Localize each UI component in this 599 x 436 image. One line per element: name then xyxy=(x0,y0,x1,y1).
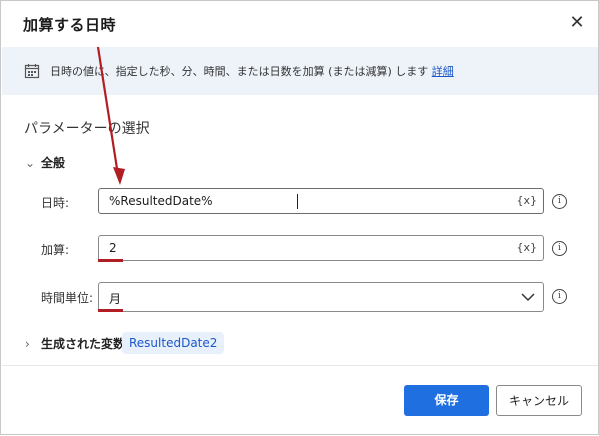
info-text-line: 日時の値に、指定した秒、分、時間、または日数を加算 (または減算) します 詳細 xyxy=(50,63,454,79)
add-label: 加算: xyxy=(41,243,70,257)
datetime-info-icon[interactable]: i xyxy=(552,194,567,209)
add-value: 2 xyxy=(109,241,117,255)
info-banner: 日時の値に、指定した秒、分、時間、または日数を加算 (または減算) します 詳細 xyxy=(2,47,598,95)
add-annotation-underline xyxy=(98,259,123,262)
datetime-variable-button[interactable]: {x} xyxy=(516,194,537,207)
unit-label: 時間単位: xyxy=(41,291,94,305)
unit-info-icon[interactable]: i xyxy=(552,289,567,304)
generated-variables-toggle[interactable]: › 生成された変数 xyxy=(25,335,125,352)
save-button[interactable]: 保存 xyxy=(404,385,489,416)
section-title: パラメーターの選択 xyxy=(24,121,150,137)
chevron-right-icon: › xyxy=(25,337,30,351)
footer-divider xyxy=(2,365,598,366)
datetime-value: %ResultedDate% xyxy=(109,194,213,208)
info-text: 日時の値に、指定した秒、分、時間、または日数を加算 (または減算) します xyxy=(50,65,429,78)
group-general-label: 全般 xyxy=(41,156,66,170)
datetime-input[interactable]: %ResultedDate% {x} xyxy=(98,188,544,214)
add-input[interactable]: 2 {x} xyxy=(98,235,544,261)
group-general[interactable]: ⌄ 全般 xyxy=(25,154,65,171)
unit-select[interactable]: 月 xyxy=(98,282,544,312)
close-icon[interactable]: ✕ xyxy=(567,13,587,33)
unit-annotation-underline xyxy=(98,309,123,312)
add-info-icon[interactable]: i xyxy=(552,241,567,256)
generated-variable-pill[interactable]: ResultedDate2 xyxy=(122,332,225,354)
chevron-down-icon: ⌄ xyxy=(25,156,36,170)
datetime-label: 日時: xyxy=(41,196,70,210)
generated-variables-label: 生成された変数 xyxy=(41,337,126,351)
add-variable-button[interactable]: {x} xyxy=(516,241,537,254)
details-link[interactable]: 詳細 xyxy=(432,65,454,78)
chevron-down-icon xyxy=(521,293,535,302)
cancel-button[interactable]: キャンセル xyxy=(496,385,582,416)
dialog-title: 加算する日時 xyxy=(23,16,117,34)
calendar-icon xyxy=(24,64,40,79)
text-caret xyxy=(297,194,298,209)
add-datetime-dialog: 加算する日時 ✕ 日時の値に、指定した秒、分、時間、または日数を加算 (または減… xyxy=(0,0,599,435)
unit-value: 月 xyxy=(109,292,122,306)
